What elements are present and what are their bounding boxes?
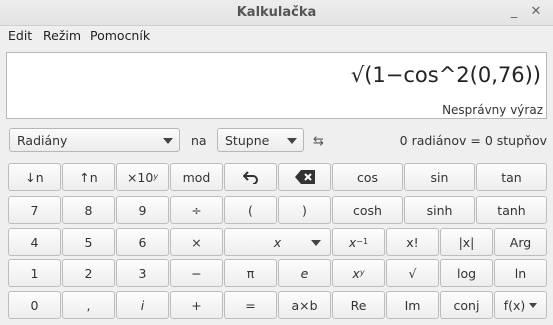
exp10-button[interactable]: ×10 y xyxy=(116,163,169,191)
power-button[interactable]: xy xyxy=(332,259,385,287)
calculator-window: Kalkulačka _ ✕ Edit Režim Pomocník √(1−c… xyxy=(0,0,553,325)
swap-icon[interactable]: ⇆ xyxy=(313,134,324,149)
title-bar: Kalkulačka _ ✕ xyxy=(0,0,553,26)
target-unit-value: Stupne xyxy=(225,133,270,148)
imaginary-button[interactable]: i xyxy=(116,291,169,319)
digit-2-button[interactable]: 2 xyxy=(62,259,115,287)
minimize-icon[interactable]: _ xyxy=(506,4,522,20)
sqrt-button[interactable]: √ xyxy=(386,259,439,287)
expression: √(1−cos^2(0,76)) xyxy=(350,63,541,87)
tanh-button[interactable]: tanh xyxy=(476,196,547,224)
digit-9-button[interactable]: 9 xyxy=(116,196,169,224)
sinh-button[interactable]: sinh xyxy=(404,196,475,224)
chevron-down-icon xyxy=(529,302,538,308)
digit-0-button[interactable]: 0 xyxy=(8,291,61,319)
angle-unit-value: Radiány xyxy=(17,133,68,148)
close-paren-button[interactable]: ) xyxy=(278,196,331,224)
digit-3-button[interactable]: 3 xyxy=(116,259,169,287)
shift-down-button[interactable]: ↓n xyxy=(8,163,61,191)
digit-4-button[interactable]: 4 xyxy=(8,228,61,256)
tan-button[interactable]: tan xyxy=(476,163,547,191)
equals-button[interactable]: = xyxy=(224,291,277,319)
conj-button[interactable]: conj xyxy=(440,291,493,319)
variable-x-button[interactable]: x xyxy=(224,228,331,256)
display-area[interactable]: √(1−cos^2(0,76)) Nesprávny výraz xyxy=(6,52,547,119)
chevron-down-icon xyxy=(287,138,297,144)
mod-button[interactable]: mod xyxy=(170,163,223,191)
window-title: Kalkulačka xyxy=(236,5,317,20)
conversion-result: 0 radiánov = 0 stupňov xyxy=(399,133,547,148)
menu-bar: Edit Režim Pomocník xyxy=(0,25,553,47)
multiply-button[interactable]: × xyxy=(170,228,223,256)
pi-button[interactable]: π xyxy=(224,259,277,287)
factorize-button[interactable]: a×b xyxy=(278,291,331,319)
cos-button[interactable]: cos xyxy=(332,163,403,191)
inverse-button[interactable]: x −1 xyxy=(332,228,385,256)
add-button[interactable]: + xyxy=(170,291,223,319)
digit-8-button[interactable]: 8 xyxy=(62,196,115,224)
digit-6-button[interactable]: 6 xyxy=(116,228,169,256)
digit-7-button[interactable]: 7 xyxy=(8,196,61,224)
sin-button[interactable]: sin xyxy=(404,163,475,191)
chevron-down-icon xyxy=(163,138,173,144)
digit-1-button[interactable]: 1 xyxy=(8,259,61,287)
status-text: Nesprávny výraz xyxy=(442,103,543,117)
menu-edit[interactable]: Edit xyxy=(8,28,32,43)
backspace-button[interactable] xyxy=(278,163,331,191)
imag-part-button[interactable]: Im xyxy=(386,291,439,319)
shift-up-button[interactable]: ↑n xyxy=(62,163,115,191)
decimal-button[interactable]: , xyxy=(62,291,115,319)
open-paren-button[interactable]: ( xyxy=(224,196,277,224)
arg-button[interactable]: Arg xyxy=(494,228,547,256)
divide-button[interactable]: ÷ xyxy=(170,196,223,224)
target-unit-select[interactable]: Stupne xyxy=(217,128,304,152)
digit-5-button[interactable]: 5 xyxy=(62,228,115,256)
menu-help[interactable]: Pomocník xyxy=(90,28,150,43)
e-button[interactable]: e xyxy=(278,259,331,287)
function-button[interactable]: f(x) xyxy=(494,291,547,319)
menu-mode[interactable]: Režim xyxy=(43,28,81,43)
backspace-icon xyxy=(294,170,315,184)
angle-unit-select[interactable]: Radiány xyxy=(9,128,180,152)
cosh-button[interactable]: cosh xyxy=(332,196,403,224)
abs-button[interactable]: |x| xyxy=(440,228,493,256)
real-part-button[interactable]: Re xyxy=(332,291,385,319)
undo-icon xyxy=(242,171,258,184)
close-icon[interactable]: ✕ xyxy=(528,4,544,20)
conversion-label: na xyxy=(191,133,207,148)
ln-button[interactable]: ln xyxy=(494,259,547,287)
chevron-down-icon xyxy=(311,240,321,246)
subtract-button[interactable]: − xyxy=(170,259,223,287)
factorial-button[interactable]: x! xyxy=(386,228,439,256)
undo-button[interactable] xyxy=(224,163,277,191)
log-button[interactable]: log xyxy=(440,259,493,287)
